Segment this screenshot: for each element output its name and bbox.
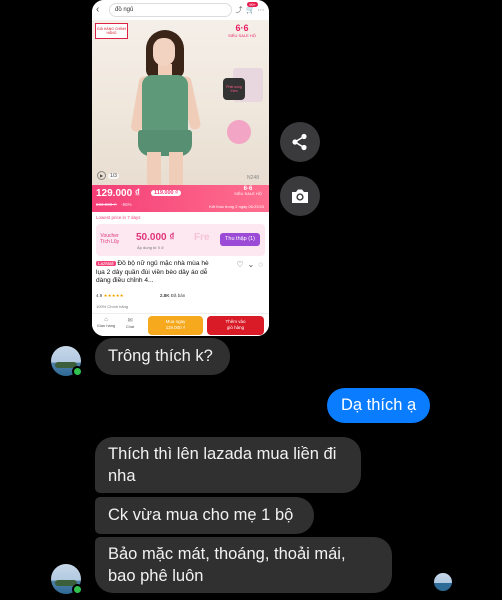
message-text: Dạ thích ạ [341, 396, 417, 414]
voucher-price: 119.000 ₫ [151, 190, 181, 196]
camera-button[interactable] [280, 176, 320, 216]
ends-countdown: Kết thúc trong 2 ngày 06:23:53 [209, 204, 264, 209]
more-icon: ⋯ [257, 6, 265, 14]
buy-now-label: Mua ngay [165, 319, 186, 324]
sold-count: 2.8K Đã bán [160, 293, 185, 298]
price: 129.000 ₫ [96, 188, 141, 199]
model-leg [169, 152, 183, 185]
share-icon [292, 133, 307, 151]
back-arrow-icon: ‹ [96, 4, 100, 15]
share-icon: ⤴ [235, 6, 243, 14]
collect-voucher-button: Thu thập (1) [220, 233, 260, 246]
sold-value: 2.8K [160, 293, 170, 298]
old-price: 269.000 ₫ -56% [96, 202, 132, 207]
voucher-condition: Áp dụng từ 0 đ [137, 245, 164, 250]
old-price-value: 269.000 ₫ [96, 202, 116, 207]
price-banner: 129.000 ₫ 119.000 ₫ 269.000 ₫ -56% 6·6 S… [92, 185, 269, 212]
messenger-icon: ◌ [258, 260, 263, 269]
voucher-card: Voucher Tích Lũy 50.000 ₫ Áp dụng từ 0 đ… [96, 224, 265, 256]
product-photo: GIÁ HÀNG CHÍNH HÃNG 6·6 SIÊU SALE HỘ Phá… [92, 20, 269, 185]
model-leg [147, 152, 161, 185]
cart-badge: 99+ [247, 2, 258, 7]
nav-store-label: Gian hàng [96, 323, 116, 328]
sale-badge-small: SIÊU SALE HỘ [228, 33, 256, 38]
model-camisole [142, 75, 188, 135]
voucher-label: Voucher Tích Lũy [100, 233, 119, 245]
live-link: Xem [230, 89, 238, 93]
sold-label: Đã bán [170, 293, 186, 298]
add-cart-line-2: giỏ hàng [226, 325, 245, 330]
seen-avatar [434, 573, 452, 591]
product-actions: ♡ ⌄ ◌ [236, 260, 263, 269]
message-outgoing[interactable]: Dạ thích ạ [327, 388, 430, 423]
add-cart-line-1: Thêm vào [225, 319, 246, 324]
brand-logo: GIÁ HÀNG CHÍNH HÃNG [95, 23, 128, 39]
nav-chat: ✉ Chat [120, 317, 140, 329]
shot-bottom-bar: ⌂ Gian hàng ✉ Chat Mua ngay 119.000 ₫ Th… [92, 313, 269, 336]
share-button[interactable] [280, 122, 320, 162]
guarantee: 100% Chính hãng [96, 304, 129, 309]
buy-now-button: Mua ngay 119.000 ₫ [148, 316, 203, 335]
rating-value: 4.9 [96, 293, 103, 298]
product-title: LazMall Đồ bộ nữ ngủ mặc nhà mùa hè lụa … [96, 260, 216, 286]
shot-search-field: đồ ngủ [109, 3, 232, 17]
lowest-price-note: Lowest price in 7 days [96, 215, 141, 220]
voucher-ghost-text: Fre [194, 232, 210, 243]
buy-now-price: 119.000 ₫ [165, 325, 186, 330]
image-pager: ▶ 1/3 [97, 171, 119, 180]
message-incoming[interactable]: Bảo mặc mát, thoáng, thoải mái, bao phê … [95, 537, 392, 593]
nav-store: ⌂ Gian hàng [96, 317, 116, 328]
chevron-down-icon: ⌄ [247, 260, 255, 269]
sale-badge: 6·6 SIÊU SALE HỘ [219, 23, 265, 45]
message-text-line: Thích thì lên lazada mua liền đi [108, 445, 337, 463]
pink-decor [227, 120, 251, 144]
live-stream-popup: Phát sóng Xem [223, 78, 245, 100]
lazmall-tag: LazMall [96, 261, 116, 266]
message-incoming[interactable]: Ck vừa mua cho mẹ 1 bộ [95, 497, 314, 534]
image-counter: 1/3 [108, 172, 119, 179]
star-icons: ★★★★★ [103, 293, 124, 298]
rating: 4.9 ★★★★★ [96, 293, 124, 299]
discount: -56% [121, 202, 132, 207]
message-text-line: Bảo mặc mát, thoáng, thoải mái, [108, 545, 346, 563]
message-text-line: bao phê luôn [108, 567, 204, 585]
message-incoming[interactable]: Thích thì lên lazada mua liền đi nha [95, 437, 361, 493]
chat-icon: ✉ [127, 318, 133, 324]
message-text: Ck vừa mua cho mẹ 1 bộ [108, 506, 294, 524]
message-incoming[interactable]: Trông thích k? [95, 338, 230, 375]
add-to-cart-button: Thêm vào giỏ hàng [207, 316, 264, 335]
cart-icon: 🛒 [246, 6, 255, 14]
shared-product-screenshot[interactable]: ‹ đồ ngủ ⤴ 🛒 99+ ⋯ GIÁ HÀNG CHÍNH HÃNG 6… [92, 0, 269, 336]
shot-search-bar: ‹ đồ ngủ ⤴ 🛒 99+ ⋯ [92, 0, 269, 20]
online-status-dot [72, 366, 83, 377]
online-status-dot [72, 584, 83, 595]
flash-sale-badge: 6·6 SIÊU SALE HỘ [232, 186, 264, 196]
voucher-label-2: Tích Lũy [100, 239, 120, 245]
sale-badge-big: 6·6 [235, 23, 249, 33]
play-icon: ▶ [97, 171, 106, 180]
model-face [153, 38, 175, 66]
camera-icon [292, 189, 308, 203]
message-text-line: nha [108, 467, 136, 485]
message-text: Trông thích k? [108, 347, 213, 365]
product-code: N248 [247, 175, 259, 181]
flash-sub: SIÊU SALE HỘ [234, 190, 262, 196]
heart-icon: ♡ [236, 260, 244, 269]
nav-chat-label: Chat [125, 324, 135, 329]
voucher-value: 50.000 ₫ [136, 232, 175, 243]
